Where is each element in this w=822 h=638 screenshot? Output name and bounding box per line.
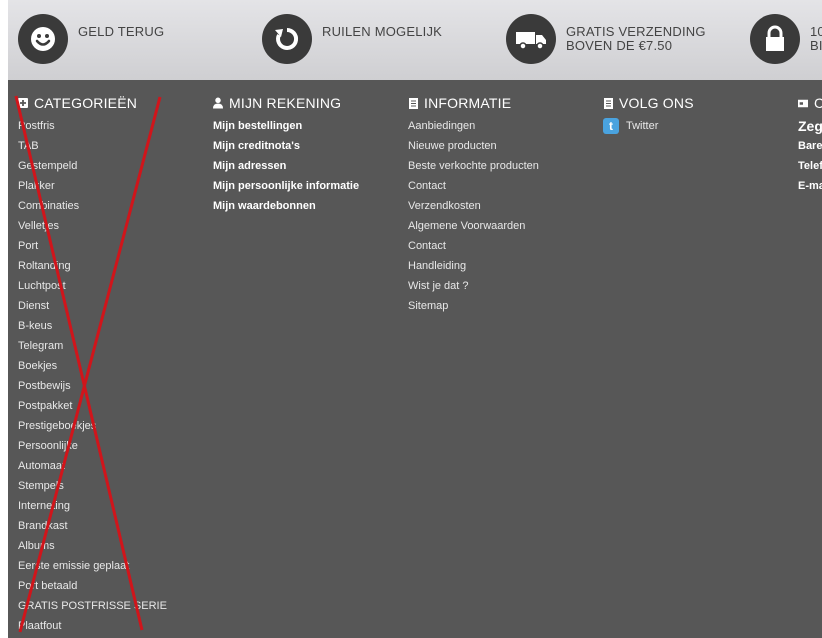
categories-link[interactable]: Boekjes [18, 356, 167, 376]
categories-column: CATEGORIEËN Postfris TAB Gestempeld Plakker… [18, 95, 167, 636]
twitter-label: Twitter [626, 120, 659, 132]
categories-link[interactable]: Port betaald [18, 576, 167, 596]
contact-line: Bare [798, 140, 822, 152]
account-title: MIJN REKENING [229, 95, 342, 111]
information-link[interactable]: Contact [408, 236, 539, 256]
categories-link[interactable]: Dienst [18, 296, 167, 316]
follow-title: VOLG ONS [619, 95, 694, 111]
twitter-icon: t [603, 118, 619, 134]
categories-link[interactable]: Roltanding [18, 256, 167, 276]
feature-exchange: RUILEN MOGELIJK [262, 14, 442, 64]
categories-link[interactable]: Automaat [18, 456, 167, 476]
contact-list: Zeg Bare Telef E-ma [798, 116, 822, 196]
categories-link[interactable]: Combinaties [18, 196, 167, 216]
information-title: INFORMATIE [424, 95, 512, 111]
account-link[interactable]: Mijn persoonlijke informatie [213, 176, 359, 196]
information-link[interactable]: Nieuwe producten [408, 136, 539, 156]
feature-text: RUILEN MOGELIJK [322, 24, 443, 39]
information-heading: INFORMATIE [408, 95, 539, 111]
feature-bar: GELD TERUG RUILEN MOGELIJK GRATIS VERZEN… [8, 0, 822, 80]
categories-heading: CATEGORIEËN [18, 95, 167, 111]
account-link[interactable]: Mijn creditnota's [213, 136, 359, 156]
account-column: MIJN REKENING Mijn bestellingen Mijn cred… [213, 95, 359, 216]
contact-line: Zeg [798, 118, 822, 134]
contact-line: Telef [798, 160, 822, 172]
categories-link[interactable]: Persoonlijke [18, 436, 167, 456]
information-link[interactable]: Contact [408, 176, 539, 196]
follow-list: t Twitter [603, 116, 694, 136]
categories-link[interactable]: Port [18, 236, 167, 256]
categories-link[interactable]: Postfris [18, 116, 167, 136]
account-link[interactable]: Mijn adressen [213, 156, 359, 176]
information-link[interactable]: Aanbiedingen [408, 116, 539, 136]
feature-text: 10 BI [810, 24, 822, 53]
categories-link[interactable]: TAB [18, 136, 167, 156]
refresh-icon [262, 14, 312, 64]
feature-free-shipping: GRATIS VERZENDING BOVEN DE €7.50 [506, 14, 706, 64]
contact-heading: C [798, 95, 822, 111]
information-column: INFORMATIE Aanbiedingen Nieuwe producten B… [408, 95, 539, 316]
truck-icon [506, 14, 556, 64]
left-margin [0, 0, 8, 638]
categories-link[interactable]: Interneting [18, 496, 167, 516]
categories-link[interactable]: Plakker [18, 176, 167, 196]
categories-link[interactable]: Albums [18, 536, 167, 556]
footer: CATEGORIEËN Postfris TAB Gestempeld Plakker… [8, 80, 822, 638]
categories-link[interactable]: B-keus [18, 316, 167, 336]
categories-link[interactable]: Prestigeboekjes [18, 416, 167, 436]
feature-text: GELD TERUG [78, 24, 165, 39]
categories-title: CATEGORIEËN [34, 95, 138, 111]
information-link[interactable]: Beste verkochte producten [408, 156, 539, 176]
feature-text: GRATIS VERZENDING BOVEN DE €7.50 [566, 24, 706, 53]
follow-column: VOLG ONS t Twitter [603, 95, 694, 136]
twitter-link[interactable]: t Twitter [603, 116, 694, 136]
categories-link[interactable]: Stempels [18, 476, 167, 496]
information-link[interactable]: Algemene Voorwaarden [408, 216, 539, 236]
contact-line: E-ma [798, 180, 822, 192]
contact-column: C Zeg Bare Telef E-ma [798, 95, 822, 196]
feature-secure: 10 BI [750, 14, 822, 64]
categories-link[interactable]: Postpakket [18, 396, 167, 416]
document-icon [408, 97, 418, 109]
document-icon [603, 97, 613, 109]
categories-link[interactable]: Gestempeld [18, 156, 167, 176]
lock-icon [750, 14, 800, 64]
categories-link[interactable]: Luchtpost [18, 276, 167, 296]
account-link[interactable]: Mijn waardebonnen [213, 196, 359, 216]
categories-link[interactable]: Plaatfout [18, 616, 167, 636]
categories-link[interactable]: Brandkast [18, 516, 167, 536]
information-link[interactable]: Verzendkosten [408, 196, 539, 216]
plus-box-icon [18, 98, 28, 108]
categories-link[interactable]: Telegram [18, 336, 167, 356]
follow-heading: VOLG ONS [603, 95, 694, 111]
contact-title: C [814, 95, 822, 111]
categories-list: Postfris TAB Gestempeld Plakker Combinaties V… [18, 116, 167, 636]
user-icon [213, 97, 223, 109]
account-link[interactable]: Mijn bestellingen [213, 116, 359, 136]
card-icon [798, 98, 808, 108]
information-list: Aanbiedingen Nieuwe producten Beste verkoc… [408, 116, 539, 316]
account-list: Mijn bestellingen Mijn creditnota's Mijn a… [213, 116, 359, 216]
categories-link[interactable]: GRATIS POSTFRISSE SERIE [18, 596, 167, 616]
information-link[interactable]: Sitemap [408, 296, 539, 316]
categories-link[interactable]: Postbewijs [18, 376, 167, 396]
smiley-icon [18, 14, 68, 64]
categories-link[interactable]: Velletjes [18, 216, 167, 236]
information-link[interactable]: Wist je dat ? [408, 276, 539, 296]
information-link[interactable]: Handleiding [408, 256, 539, 276]
feature-money-back: GELD TERUG [18, 14, 164, 64]
categories-link[interactable]: Eerste emissie geplaat [18, 556, 167, 576]
account-heading: MIJN REKENING [213, 95, 359, 111]
